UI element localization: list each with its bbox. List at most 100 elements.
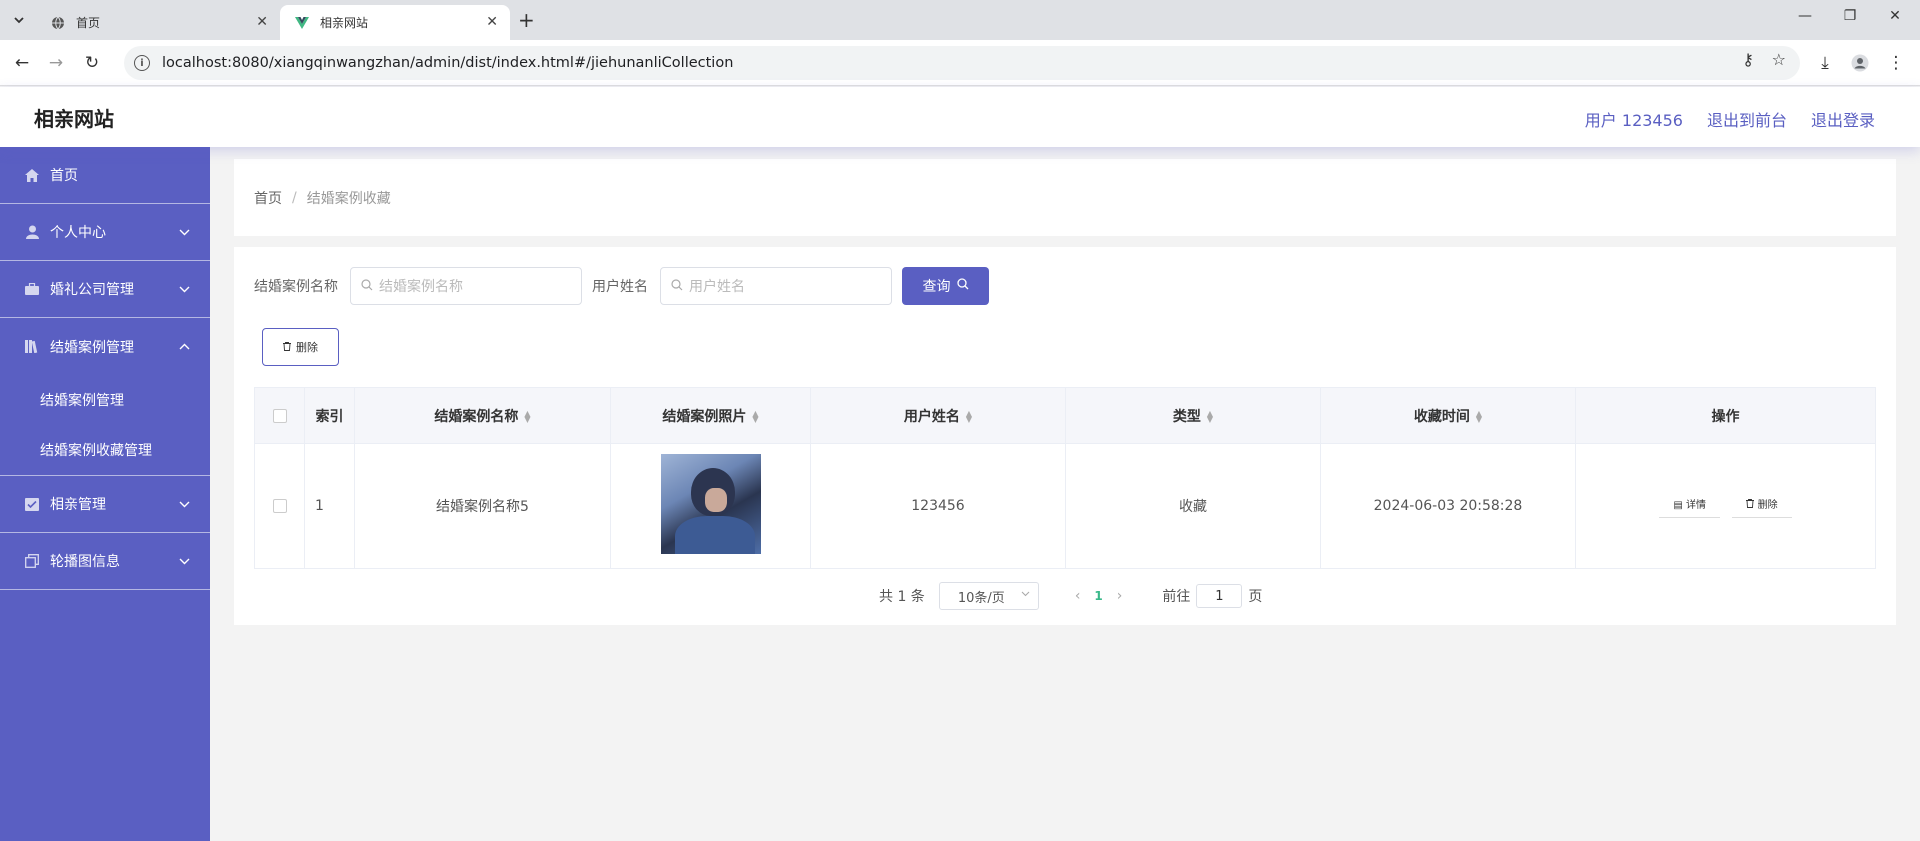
tab-title: 首页 — [76, 16, 101, 30]
chevron-down-icon — [179, 283, 190, 296]
site-info-icon[interactable]: i — [134, 55, 150, 71]
search-form: 结婚案例名称 结婚案例名称 用户姓名 用户姓名 查询 — [254, 267, 989, 305]
total-count: 共 1 条 — [879, 589, 925, 605]
user-name-search-input[interactable]: 用户姓名 — [660, 267, 892, 305]
sidebar-item-wedding-cases[interactable]: 结婚案例管理 — [0, 318, 210, 375]
breadcrumb-home[interactable]: 首页 — [254, 188, 282, 208]
next-page-icon[interactable]: › — [1117, 588, 1123, 604]
sort-icon[interactable]: ▲ ▼ — [524, 409, 530, 423]
key-icon[interactable]: ⚷ — [1742, 50, 1754, 69]
sidebar-item-label: 结婚案例管理 — [50, 339, 134, 356]
back-to-front-link[interactable]: 退出到前台 — [1707, 107, 1787, 131]
close-tab-icon[interactable]: ✕ — [256, 14, 268, 30]
row-type: 收藏 — [1065, 443, 1321, 569]
chevron-up-icon — [179, 340, 190, 353]
page-number-current[interactable]: 1 — [1094, 589, 1102, 603]
back-icon[interactable]: ← — [10, 51, 34, 75]
sort-icon[interactable]: ▲ ▼ — [752, 409, 758, 423]
column-header-case-name[interactable]: 结婚案例名称 ▲ ▼ — [354, 387, 611, 444]
tab-search-button[interactable] — [6, 8, 32, 32]
star-icon[interactable]: ☆ — [1772, 50, 1786, 69]
chevron-down-icon — [14, 17, 24, 24]
briefcase-icon — [24, 281, 40, 297]
goto-page-input[interactable]: 1 — [1196, 584, 1243, 608]
sidebar-item-matchmaking[interactable]: 相亲管理 — [0, 476, 210, 533]
sidebar-subitem-case-collection[interactable]: 结婚案例收藏管理 — [0, 425, 210, 475]
forward-icon[interactable]: → — [44, 51, 68, 75]
new-tab-icon[interactable]: + — [518, 8, 535, 32]
logout-link[interactable]: 退出登录 — [1811, 107, 1875, 131]
trash-icon — [1746, 499, 1757, 511]
site-title: 相亲网站 — [34, 107, 114, 131]
table-header-row: 索引 结婚案例名称 ▲ ▼ 结婚案例照片 ▲ ▼ 用户姓名 ▲ ▼ 类型 ▲ ▼ 收藏时间 ▲ ▼ … — [254, 387, 1876, 444]
row-case-name: 结婚案例名称5 — [354, 443, 611, 569]
column-header-time[interactable]: 收藏时间 ▲ ▼ — [1320, 387, 1576, 444]
reload-icon[interactable]: ↻ — [80, 51, 104, 75]
address-bar[interactable]: i localhost:8080/xiangqinwangzhan/admin/… — [124, 46, 1800, 80]
goto-label: 前往 — [1162, 589, 1191, 605]
copy-icon — [24, 553, 40, 569]
tab-title: 相亲网站 — [320, 16, 369, 30]
url-text: localhost:8080/xiangqinwangzhan/admin/di… — [162, 55, 734, 71]
sidebar-item-label: 轮播图信息 — [50, 554, 120, 570]
sort-icon[interactable]: ▲ ▼ — [1476, 409, 1482, 423]
download-icon[interactable]: ⤓ — [1813, 51, 1837, 75]
chevron-down-icon — [179, 555, 190, 568]
sidebar: 首页 个人中心 婚礼公司管理 结婚案例管理 结婚案例管理 结婚案例收藏管理 相亲… — [0, 147, 210, 841]
sidebar-item-personal-center[interactable]: 个人中心 — [0, 204, 210, 261]
pagination: 共 1 条 10条/页 ‹ 1 › 前往 1 页 — [879, 582, 1262, 610]
close-tab-icon[interactable]: ✕ — [486, 14, 498, 30]
chevron-down-icon — [1021, 590, 1030, 600]
batch-delete-button[interactable]: 删除 — [262, 328, 339, 366]
browser-tab-home[interactable]: 首页 ✕ — [36, 5, 280, 40]
case-photo[interactable] — [660, 454, 761, 554]
select-all-checkbox[interactable] — [272, 408, 287, 423]
app-header: 相亲网站 用户 123456 退出到前台 退出登录 — [0, 87, 1920, 147]
browser-tab-site[interactable]: 相亲网站 ✕ — [280, 5, 510, 40]
sidebar-item-carousel[interactable]: 轮播图信息 — [0, 533, 210, 590]
more-menu-icon[interactable]: ⋮ — [1884, 51, 1908, 75]
breadcrumb-current: 结婚案例收藏 — [306, 190, 391, 207]
chevron-down-icon — [179, 498, 190, 511]
sidebar-item-label: 婚礼公司管理 — [50, 282, 134, 298]
sort-icon[interactable]: ▲ ▼ — [966, 409, 972, 423]
batch-delete-label: 删除 — [296, 341, 318, 354]
column-header-case-photo[interactable]: 结婚案例照片 ▲ ▼ — [610, 387, 811, 444]
select-all-cell — [254, 387, 305, 444]
trash-icon — [283, 341, 291, 354]
sidebar-submenu: 结婚案例管理 结婚案例收藏管理 — [0, 375, 210, 476]
restore-icon[interactable]: ❐ — [1830, 8, 1870, 24]
close-window-icon[interactable]: ✕ — [1875, 8, 1915, 24]
prev-page-icon[interactable]: ‹ — [1075, 588, 1081, 604]
browser-toolbar: ← → ↻ i localhost:8080/xiangqinwangzhan/… — [0, 40, 1920, 86]
page-suffix: 页 — [1248, 589, 1263, 605]
main-card: 结婚案例名称 结婚案例名称 用户姓名 用户姓名 查询 删除 索引 结婚案例名称 … — [234, 247, 1896, 625]
row-delete-button[interactable]: 删除 — [1732, 494, 1792, 518]
row-case-photo-cell — [610, 443, 811, 569]
header-links: 用户 123456 退出到前台 退出登录 — [1585, 107, 1875, 131]
search-icon — [956, 278, 969, 294]
row-checkbox[interactable] — [272, 499, 287, 513]
sidebar-subitem-case-management[interactable]: 结婚案例管理 — [0, 375, 210, 425]
detail-button[interactable]: ▤ 详情 — [1659, 494, 1720, 518]
minimize-icon[interactable]: — — [1785, 8, 1825, 24]
case-name-placeholder: 结婚案例名称 — [379, 279, 463, 295]
column-header-type[interactable]: 类型 ▲ ▼ — [1065, 387, 1321, 444]
user-name-label: 用户姓名 — [592, 279, 648, 295]
checklist-icon — [24, 496, 40, 512]
sidebar-item-home[interactable]: 首页 — [0, 147, 210, 204]
page-size-select[interactable]: 10条/页 — [938, 582, 1039, 610]
sidebar-item-wedding-company[interactable]: 婚礼公司管理 — [0, 261, 210, 318]
current-user-label: 用户 123456 — [1584, 111, 1683, 130]
search-icon — [671, 278, 683, 294]
document-icon: ▤ — [1673, 500, 1683, 511]
sort-icon[interactable]: ▲ ▼ — [1207, 409, 1213, 423]
vue-icon — [294, 15, 310, 31]
column-header-user-name[interactable]: 用户姓名 ▲ ▼ — [810, 387, 1066, 444]
row-actions: ▤ 详情 删除 — [1575, 443, 1876, 569]
column-header-actions: 操作 — [1575, 387, 1876, 444]
chevron-down-icon — [179, 226, 190, 239]
case-name-search-input[interactable]: 结婚案例名称 — [350, 267, 582, 305]
query-button[interactable]: 查询 — [902, 267, 989, 305]
profile-icon[interactable] — [1848, 51, 1872, 75]
